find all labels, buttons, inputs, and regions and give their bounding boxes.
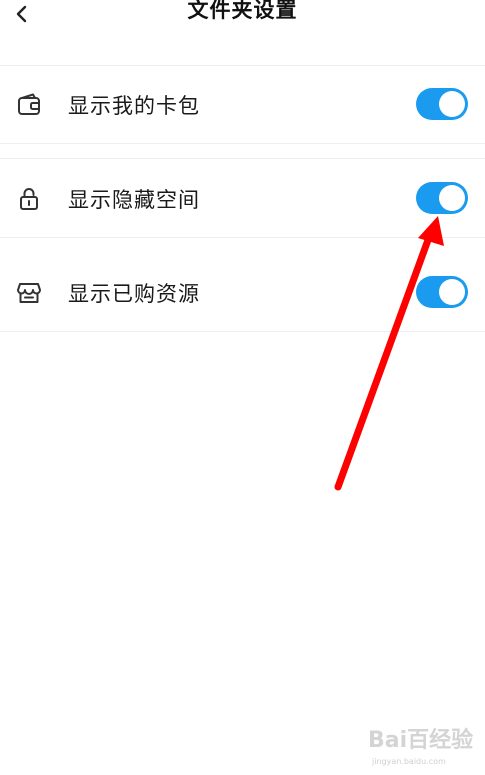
show-wallet-toggle[interactable] <box>416 88 468 120</box>
lock-icon <box>16 186 42 212</box>
divider <box>0 237 485 238</box>
setting-row-show-hidden-space[interactable]: 显示隐藏空间 <box>0 160 485 238</box>
divider <box>0 143 485 144</box>
toggle-knob <box>439 91 465 117</box>
setting-label: 显示我的卡包 <box>68 94 200 118</box>
setting-row-show-wallet[interactable]: 显示我的卡包 <box>0 66 485 144</box>
folder-settings-page: 文件夹设置 显示我的卡包 显示隐藏空间 显示已购资源 Bai百经验 jingya… <box>0 0 485 775</box>
header: 文件夹设置 <box>0 0 485 40</box>
setting-label: 显示隐藏空间 <box>68 188 200 212</box>
shop-icon <box>16 280 42 306</box>
divider <box>0 158 485 159</box>
divider <box>0 331 485 332</box>
toggle-knob <box>439 185 465 211</box>
setting-row-show-purchased[interactable]: 显示已购资源 <box>0 254 485 332</box>
show-hidden-space-toggle[interactable] <box>416 182 468 214</box>
page-title: 文件夹设置 <box>187 0 298 22</box>
baidu-watermark-url: jingyan.baidu.com <box>372 757 446 766</box>
setting-label: 显示已购资源 <box>68 282 200 306</box>
toggle-knob <box>439 279 465 305</box>
baidu-watermark-logo: Bai百经验 <box>368 728 474 753</box>
show-purchased-toggle[interactable] <box>416 276 468 308</box>
wallet-icon <box>16 92 42 118</box>
